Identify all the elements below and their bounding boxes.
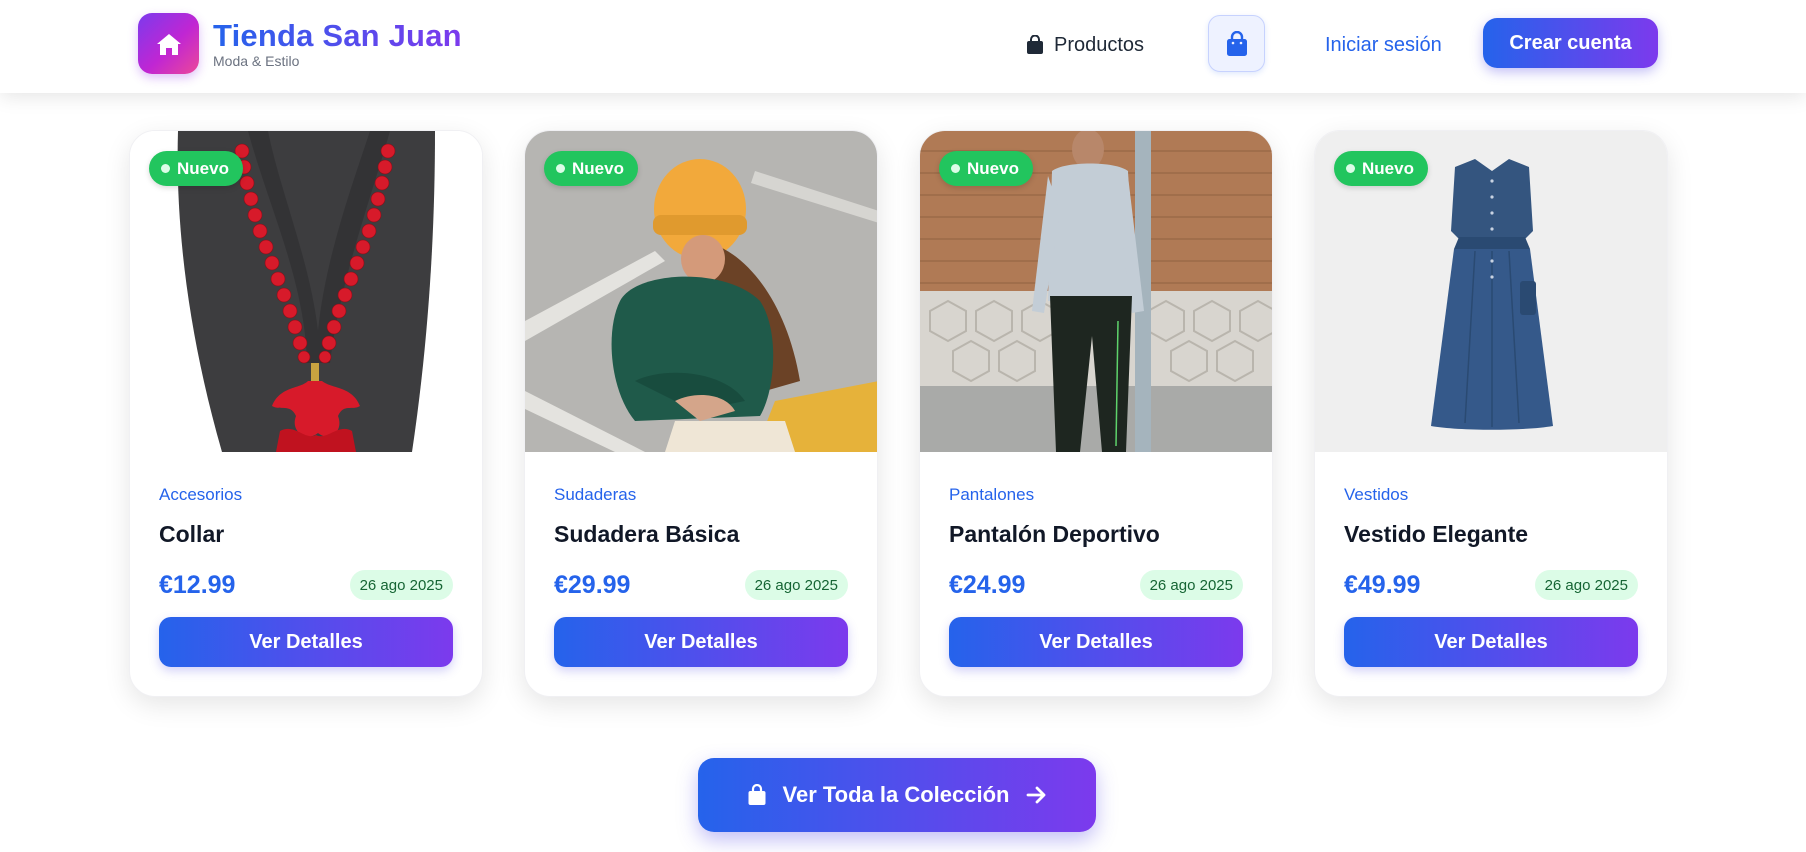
product-card[interactable]: Nuevo Vestidos Vestido Elegante €49.99 2… — [1314, 130, 1668, 697]
shopping-bag-icon — [1027, 35, 1043, 54]
product-card[interactable]: Nuevo Accesorios Collar €12.99 26 ago 20… — [129, 130, 483, 697]
view-details-button[interactable]: Ver Detalles — [1344, 617, 1638, 667]
product-price: €12.99 — [159, 571, 236, 599]
signup-button[interactable]: Crear cuenta — [1483, 18, 1658, 68]
badge-label: Nuevo — [1362, 158, 1414, 178]
product-date-badge: 26 ago 2025 — [744, 570, 848, 600]
status-dot — [951, 164, 960, 173]
product-name[interactable]: Collar — [159, 521, 224, 548]
product-name[interactable]: Pantalón Deportivo — [949, 521, 1160, 548]
product-category: Vestidos — [1344, 485, 1409, 504]
login-link[interactable]: Iniciar sesión — [1325, 30, 1442, 60]
product-card[interactable]: Nuevo Sudaderas Sudadera Básica €29.99 2… — [524, 130, 878, 697]
product-name[interactable]: Sudadera Básica — [554, 521, 739, 548]
product-image[interactable]: Nuevo — [130, 131, 482, 452]
product-date-badge: 26 ago 2025 — [349, 570, 453, 600]
brand-subtitle: Moda & Estilo — [213, 53, 300, 69]
status-dot — [556, 164, 565, 173]
product-price: €24.99 — [949, 571, 1026, 599]
view-details-button[interactable]: Ver Detalles — [949, 617, 1243, 667]
product-price: €29.99 — [554, 571, 631, 599]
new-badge: Nuevo — [1334, 151, 1428, 186]
badge-label: Nuevo — [967, 158, 1019, 178]
nav-products-label: Productos — [1054, 33, 1145, 56]
view-details-button[interactable]: Ver Detalles — [554, 617, 848, 667]
product-date-badge: 26 ago 2025 — [1139, 570, 1243, 600]
new-badge: Nuevo — [544, 151, 638, 186]
product-card[interactable]: Nuevo Pantalones Pantalón Deportivo €24.… — [919, 130, 1273, 697]
view-collection-button[interactable]: Ver Toda la Colección — [698, 758, 1096, 832]
logo-button[interactable] — [138, 13, 199, 74]
view-details-button[interactable]: Ver Detalles — [159, 617, 453, 667]
product-date-badge: 26 ago 2025 — [1534, 570, 1638, 600]
product-category: Pantalones — [949, 485, 1035, 504]
product-image[interactable]: Nuevo — [525, 131, 877, 452]
arrow-right-icon — [1026, 786, 1045, 804]
product-price: €49.99 — [1344, 571, 1421, 599]
home-icon — [156, 33, 181, 55]
badge-label: Nuevo — [572, 158, 624, 178]
top-navbar: Tienda San Juan Moda & Estilo Productos … — [0, 0, 1806, 93]
nav-products-link[interactable]: Productos — [1026, 30, 1144, 60]
collection-button-label: Ver Toda la Colección — [782, 782, 1010, 807]
brand-title[interactable]: Tienda San Juan — [213, 18, 462, 54]
product-image[interactable]: Nuevo — [920, 131, 1272, 452]
cart-button[interactable] — [1208, 15, 1265, 72]
new-badge: Nuevo — [149, 151, 243, 186]
status-dot — [161, 164, 170, 173]
badge-label: Nuevo — [177, 158, 229, 178]
new-badge: Nuevo — [939, 151, 1033, 186]
shopping-bag-icon — [1226, 30, 1247, 56]
product-name[interactable]: Vestido Elegante — [1344, 521, 1528, 548]
product-image[interactable]: Nuevo — [1315, 131, 1667, 452]
shopping-bag-icon — [748, 784, 765, 805]
status-dot — [1346, 164, 1355, 173]
product-category: Accesorios — [159, 485, 243, 504]
product-category: Sudaderas — [554, 485, 637, 504]
